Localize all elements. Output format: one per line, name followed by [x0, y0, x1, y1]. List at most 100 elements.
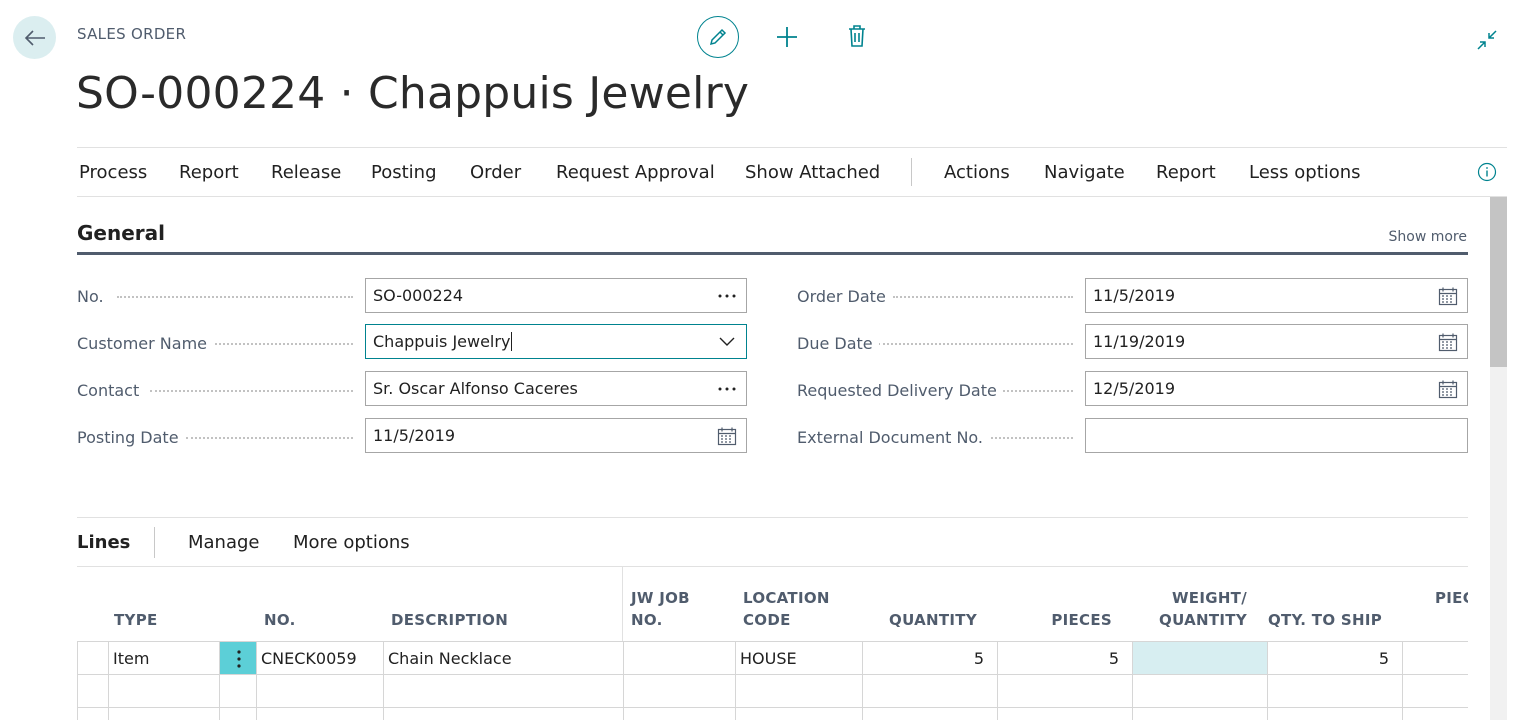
show-more-link[interactable]: Show more: [1389, 229, 1468, 245]
cell-pieces[interactable]: 5: [997, 642, 1133, 675]
col-head-location-line2: CODE: [743, 611, 791, 629]
calendar-icon[interactable]: [716, 425, 738, 447]
frozen-column-divider: [622, 567, 623, 642]
row-indicator-cell[interactable]: [77, 708, 109, 720]
col-head-no[interactable]: NO.: [264, 609, 296, 631]
cell-type[interactable]: [108, 708, 220, 720]
action-release[interactable]: Release: [271, 162, 341, 183]
cell-type[interactable]: [108, 675, 220, 708]
cell-description[interactable]: [383, 675, 624, 708]
lines-more-options-button[interactable]: More options: [293, 532, 410, 553]
table-row[interactable]: [77, 707, 1468, 720]
col-head-jw-job-line1: JW JOB: [631, 589, 690, 607]
cell-qty-to-ship[interactable]: [1267, 708, 1403, 720]
chevron-down-icon[interactable]: [716, 331, 738, 353]
action-navigate[interactable]: Navigate: [1044, 162, 1125, 183]
cell-description[interactable]: Chain Necklace: [383, 642, 624, 675]
cell-pieces-partial[interactable]: [1402, 675, 1468, 708]
cell-quantity[interactable]: [862, 675, 998, 708]
col-head-pieces-truncated[interactable]: PIEC: [1435, 587, 1468, 609]
ellipsis-icon[interactable]: [716, 378, 738, 400]
customer-name-value: Chappuis Jewelry: [373, 332, 511, 351]
cell-location-code[interactable]: [735, 708, 863, 720]
cell-location-code[interactable]: [735, 675, 863, 708]
cell-jw-job-no[interactable]: [623, 708, 736, 720]
cell-no[interactable]: [256, 708, 384, 720]
action-report[interactable]: Report: [179, 162, 239, 183]
field-label-no: No.: [77, 287, 110, 306]
due-date-field[interactable]: 11/19/2019: [1085, 324, 1468, 359]
cell-pieces[interactable]: [997, 675, 1133, 708]
col-head-location-code[interactable]: LOCATION CODE: [743, 587, 830, 631]
back-button[interactable]: [13, 16, 56, 59]
row-indicator-cell[interactable]: [77, 675, 109, 708]
cell-qty-to-ship[interactable]: 5: [1267, 642, 1403, 675]
cell-type[interactable]: Item: [108, 642, 220, 675]
calendar-icon[interactable]: [1437, 285, 1459, 307]
col-head-weight-quantity[interactable]: WEIGHT/ QUANTITY: [1133, 587, 1247, 631]
row-indicator-cell[interactable]: [77, 642, 109, 675]
cell-weight-quantity[interactable]: [1132, 675, 1268, 708]
cell-no[interactable]: [256, 675, 384, 708]
new-button[interactable]: [775, 25, 799, 49]
contact-field[interactable]: Sr. Oscar Alfonso Caceres: [365, 371, 747, 406]
info-button[interactable]: [1477, 162, 1497, 182]
action-posting[interactable]: Posting: [371, 162, 437, 183]
action-process[interactable]: Process: [79, 162, 147, 183]
page-scrollbar[interactable]: [1490, 197, 1507, 720]
edit-button[interactable]: [697, 16, 739, 58]
col-head-quantity[interactable]: QUANTITY: [863, 609, 977, 631]
table-row[interactable]: [77, 674, 1468, 708]
page-title: SO-000224 · Chappuis Jewelry: [76, 68, 750, 119]
col-head-description[interactable]: DESCRIPTION: [391, 609, 508, 631]
cell-location-code[interactable]: HOUSE: [735, 642, 863, 675]
field-leader-dots: [186, 437, 353, 439]
calendar-icon[interactable]: [1437, 378, 1459, 400]
action-actions[interactable]: Actions: [944, 162, 1010, 183]
text-cursor: [511, 332, 513, 351]
action-request-approval[interactable]: Request Approval: [556, 162, 715, 183]
row-menu-button[interactable]: [219, 642, 257, 675]
cell-pieces-partial[interactable]: [1402, 642, 1468, 675]
posting-date-field[interactable]: 11/5/2019: [365, 418, 747, 453]
lines-manage-button[interactable]: Manage: [188, 532, 260, 553]
row-menu-cell[interactable]: [219, 708, 257, 720]
cell-weight-quantity[interactable]: [1132, 708, 1268, 720]
col-head-jw-job-no[interactable]: JW JOB NO.: [631, 587, 690, 631]
action-order[interactable]: Order: [470, 162, 521, 183]
field-label-external-document-no: External Document No.: [797, 428, 990, 447]
col-head-pieces[interactable]: PIECES: [998, 609, 1112, 631]
customer-name-field[interactable]: Chappuis Jewelry: [365, 324, 747, 359]
external-document-no-field[interactable]: [1085, 418, 1468, 453]
table-row[interactable]: Item CNECK0059 Chain Necklace HOUSE 5 5 …: [77, 641, 1468, 675]
cell-no[interactable]: CNECK0059: [256, 642, 384, 675]
col-head-qty-to-ship[interactable]: QTY. TO SHIP: [1268, 609, 1382, 631]
cell-jw-job-no[interactable]: [623, 675, 736, 708]
requested-delivery-date-field[interactable]: 12/5/2019: [1085, 371, 1468, 406]
action-show-attached[interactable]: Show Attached: [745, 162, 880, 183]
action-less-options[interactable]: Less options: [1249, 162, 1361, 183]
col-head-type[interactable]: TYPE: [114, 609, 158, 631]
cell-jw-job-no[interactable]: [623, 642, 736, 675]
info-icon: [1477, 162, 1497, 182]
order-date-value: 11/5/2019: [1093, 286, 1176, 305]
order-date-field[interactable]: 11/5/2019: [1085, 278, 1468, 313]
row-menu-cell[interactable]: [219, 675, 257, 708]
collapse-button[interactable]: [1474, 27, 1500, 53]
delete-button[interactable]: [847, 24, 869, 50]
action-bar: Process Report Release Posting Order Req…: [77, 147, 1507, 197]
cell-quantity[interactable]: 5: [862, 642, 998, 675]
cell-pieces[interactable]: [997, 708, 1133, 720]
cell-weight-quantity[interactable]: [1132, 642, 1268, 675]
action-report-secondary[interactable]: Report: [1156, 162, 1216, 183]
cell-qty-to-ship[interactable]: [1267, 675, 1403, 708]
field-label-requested-delivery-date: Requested Delivery Date: [797, 381, 1003, 400]
cell-description[interactable]: [383, 708, 624, 720]
no-field[interactable]: SO-000224: [365, 278, 747, 313]
cell-quantity[interactable]: [862, 708, 998, 720]
calendar-icon[interactable]: [1437, 331, 1459, 353]
field-label-contact: Contact: [77, 381, 146, 400]
cell-pieces-partial[interactable]: [1402, 708, 1468, 720]
scroll-thumb[interactable]: [1490, 197, 1507, 367]
ellipsis-icon[interactable]: [716, 285, 738, 307]
